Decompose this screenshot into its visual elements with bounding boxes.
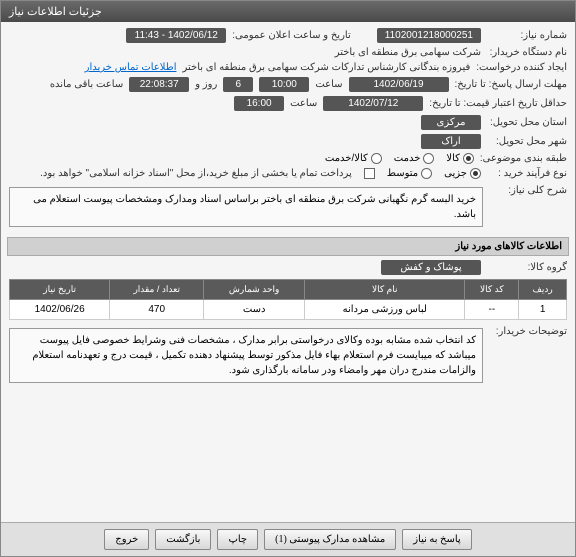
remain-time: 22:08:37 [129, 77, 189, 92]
radio-medium[interactable]: متوسط [387, 168, 432, 179]
creator-label: ایجاد کننده درخواست: [476, 62, 567, 73]
deadline-label: مهلت ارسال پاسخ: تا تاریخ: [455, 79, 567, 90]
radio-icon [463, 153, 474, 164]
radio-icon [371, 153, 382, 164]
title-bar: جزئیات اطلاعات نیاز [1, 1, 575, 22]
back-button[interactable]: بازگشت [155, 529, 211, 550]
table-row[interactable]: 1 -- لباس ورزشی مردانه دست 470 1402/06/2… [10, 300, 567, 320]
window-title: جزئیات اطلاعات نیاز [9, 5, 102, 18]
need-no-label: شماره نیاز: [487, 30, 567, 41]
radio-goods[interactable]: کالا [446, 153, 474, 164]
radio-icon [423, 153, 434, 164]
cell-qty: 470 [110, 300, 204, 320]
respond-button[interactable]: پاسخ به نیاز [402, 529, 472, 550]
remain-label: ساعت باقی مانده [50, 79, 123, 90]
announce-label: تاریخ و ساعت اعلان عمومی: [232, 30, 351, 41]
valid-label: حداقل تاریخ اعتبار قیمت: تا تاریخ: [429, 98, 567, 109]
buyer-label: نام دستگاه خریدار: [487, 47, 567, 58]
th-idx: ردیف [519, 280, 567, 300]
goods-section-header: اطلاعات کالاهای مورد نیاز [7, 237, 569, 256]
province-label: استان محل تحویل: [487, 117, 567, 128]
announce-value: 1402/06/12 - 11:43 [126, 28, 226, 43]
cell-code: -- [465, 300, 519, 320]
time-label-1: ساعت [315, 79, 342, 90]
need-no-value: 1102001218000251 [377, 28, 481, 43]
buyer-notes-text: کد انتخاب شده مشابه بوده وکالای درخواستی… [9, 328, 483, 383]
content-area: شماره نیاز: 1102001218000251 تاریخ و ساع… [1, 22, 575, 522]
desc-text: خرید البسه گرم نگهبانی شرکت برق منطقه ای… [9, 187, 483, 227]
purchase-type-group: جزیی متوسط پرداخت تمام یا بخشی از مبلغ خ… [40, 168, 481, 179]
radio-icon [470, 168, 481, 179]
th-date: تاریخ نیاز [10, 280, 110, 300]
creator-value: فیروزه بندگانی کارشناس تدارکات شرکت سهام… [182, 62, 470, 73]
desc-label: شرح کلی نیاز: [487, 185, 567, 196]
payment-note: پرداخت تمام یا بخشی از مبلغ خرید،از محل … [40, 168, 352, 179]
deadline-date: 1402/06/19 [349, 77, 449, 92]
exit-button[interactable]: خروج [104, 529, 149, 550]
valid-date: 1402/07/12 [323, 96, 423, 111]
days-label: روز و [195, 79, 217, 90]
th-qty: تعداد / مقدار [110, 280, 204, 300]
attachments-button[interactable]: مشاهده مدارک پیوستی (1) [264, 529, 396, 550]
goods-group-label: گروه کالا: [487, 262, 567, 273]
deadline-time: 10:00 [259, 77, 309, 92]
print-button[interactable]: چاپ [217, 529, 258, 550]
cell-idx: 1 [519, 300, 567, 320]
th-unit: واحد شمارش [204, 280, 305, 300]
cell-name: لباس ورزشی مردانه [305, 300, 465, 320]
radio-minor[interactable]: جزیی [444, 168, 481, 179]
table-header-row: ردیف کد کالا نام کالا واحد شمارش تعداد /… [10, 280, 567, 300]
goods-group-value: پوشاک و کفش [381, 260, 481, 275]
th-name: نام کالا [305, 280, 465, 300]
time-label-2: ساعت [290, 98, 317, 109]
cell-unit: دست [204, 300, 305, 320]
contact-link[interactable]: اطلاعات تماس خریدار [85, 62, 177, 73]
days-value: 6 [223, 77, 253, 92]
dialog-window: جزئیات اطلاعات نیاز شماره نیاز: 11020012… [0, 0, 576, 557]
treasury-checkbox[interactable] [364, 168, 375, 179]
city-label: شهر محل تحویل: [487, 136, 567, 147]
footer-buttons: پاسخ به نیاز مشاهده مدارک پیوستی (1) چاپ… [1, 522, 575, 556]
category-label: طبقه بندی موضوعی: [480, 153, 567, 164]
cell-date: 1402/06/26 [10, 300, 110, 320]
radio-icon [421, 168, 432, 179]
province-value: مرکزی [421, 115, 481, 130]
radio-both[interactable]: کالا/خدمت [325, 153, 382, 164]
buyer-notes-label: توضیحات خریدار: [487, 326, 567, 337]
purchase-type-label: نوع فرآیند خرید : [487, 168, 567, 179]
category-radio-group: کالا خدمت کالا/خدمت [325, 153, 474, 164]
buyer-value: شرکت سهامی برق منطقه ای باختر [335, 47, 481, 58]
th-code: کد کالا [465, 280, 519, 300]
valid-time: 16:00 [234, 96, 284, 111]
goods-table: ردیف کد کالا نام کالا واحد شمارش تعداد /… [9, 279, 567, 320]
radio-service[interactable]: خدمت [394, 153, 435, 164]
city-value: اراک [421, 134, 481, 149]
